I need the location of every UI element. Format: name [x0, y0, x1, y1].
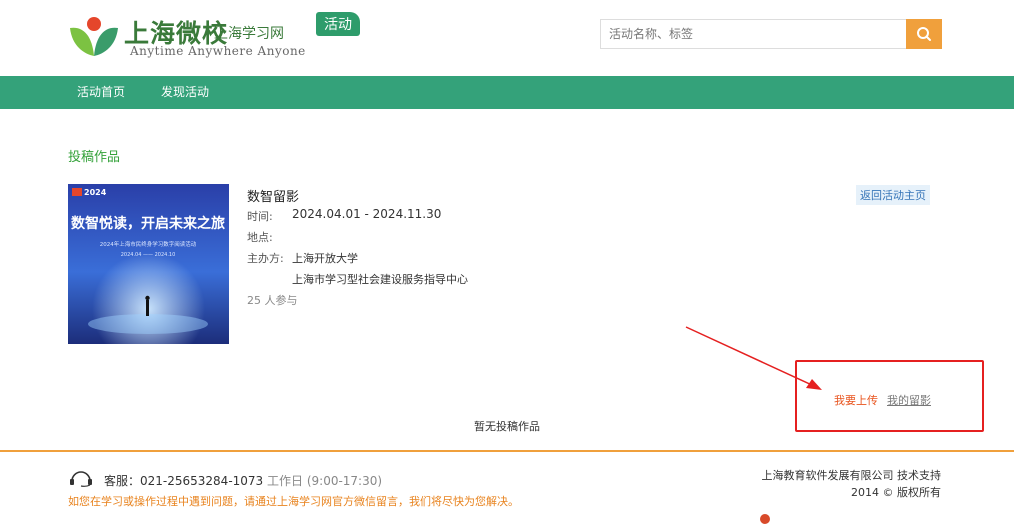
- section-title: 投稿作品: [68, 150, 121, 165]
- cover-headline: 数智悦读，开启未来之旅: [71, 215, 225, 232]
- time-value: 2024.04.01 - 2024.11.30: [292, 207, 442, 221]
- site-logo[interactable]: 上海微校 上海学习网 活动 Anytime Anywhere Anyone: [68, 10, 378, 66]
- search-box: [600, 19, 907, 49]
- main-nav: 活动首页 发现活动: [0, 76, 1014, 109]
- nav-item-discover[interactable]: 发现活动: [161, 76, 209, 109]
- place-label: 地点:: [247, 231, 273, 244]
- logo-subtitle: 上海学习网: [214, 26, 284, 42]
- footer-divider: [0, 450, 1014, 452]
- organizer-name: 上海开放大学: [292, 252, 358, 265]
- search-button[interactable]: [906, 19, 942, 49]
- upload-link[interactable]: 我要上传: [834, 392, 878, 408]
- empty-submissions-message: 暂无投稿作品: [474, 420, 540, 433]
- search-icon: [917, 27, 931, 41]
- customer-service-hotline: 客服：021-25653284-1073 工作日 (9:00-17:30): [104, 472, 382, 489]
- icp-badge-icon: [760, 514, 770, 524]
- leaf-logo-icon: [70, 17, 118, 56]
- logo-slogan: Anytime Anywhere Anyone: [130, 44, 306, 58]
- back-to-activity-link[interactable]: 返回活动主页: [856, 185, 930, 205]
- cover-year: 2024: [84, 188, 107, 197]
- cover-dates: 2024.04 —— 2024.10: [121, 252, 176, 258]
- participant-count: 25 人参与: [247, 294, 298, 307]
- organizer-label: 主办方:: [247, 252, 284, 265]
- cover-subline: 2024年上海市民终身学习数字阅读活动: [100, 240, 197, 248]
- hotline-number: 客服：021-25653284-1073: [104, 474, 264, 488]
- nav-item-activity-home[interactable]: 活动首页: [77, 76, 125, 109]
- my-photos-link[interactable]: 我的留影: [887, 392, 931, 408]
- copyright: 2014 © 版权所有: [851, 486, 941, 499]
- hotline-hours: 工作日 (9:00-17:30): [267, 474, 383, 488]
- search-input[interactable]: [601, 20, 907, 48]
- time-row: 时间: 2024.04.01 - 2024.11.30: [247, 207, 441, 224]
- headset-icon: [70, 471, 92, 487]
- place-row: 地点:: [247, 229, 273, 245]
- activity-title: 数智留影: [247, 190, 300, 205]
- logo-badge: 活动: [316, 12, 360, 36]
- time-label: 时间:: [247, 210, 273, 223]
- organizer-name: 上海市学习型社会建设服务指导中心: [292, 273, 468, 286]
- help-notice: 如您在学习或操作过程中遇到问题，请通过上海学习网官方微信留言，我们将尽快为您解决…: [68, 495, 519, 508]
- activity-cover-image[interactable]: 2024 数智悦读，开启未来之旅 2024年上海市民终身学习数字阅读活动 202…: [68, 184, 229, 344]
- header: 上海微校 上海学习网 活动 Anytime Anywhere Anyone: [0, 0, 1014, 76]
- cover-artwork: 2024 数智悦读，开启未来之旅 2024年上海市民终身学习数字阅读活动 202…: [68, 184, 229, 344]
- company-support: 上海教育软件发展有限公司 技术支持: [761, 469, 942, 482]
- organizer-row: 主办方: 上海开放大学: [247, 250, 358, 266]
